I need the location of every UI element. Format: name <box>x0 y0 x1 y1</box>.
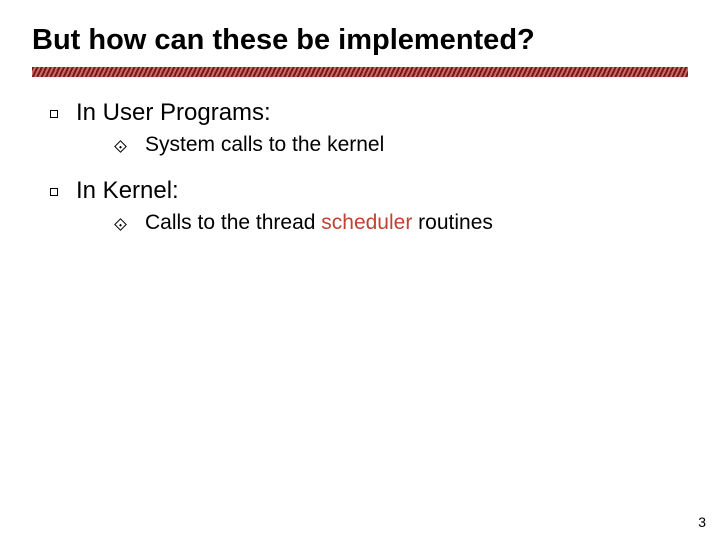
level2-label: System calls to the kernel <box>145 133 384 157</box>
diamond-bullet-icon <box>114 140 127 153</box>
diamond-bullet-icon <box>114 218 127 231</box>
square-bullet-icon <box>50 188 58 196</box>
level2-label: Calls to the thread scheduler routines <box>145 211 493 235</box>
list-item: Calls to the thread scheduler routines <box>116 211 688 235</box>
slide-content: But how can these be implemented? In Use… <box>0 0 720 235</box>
page-number: 3 <box>698 514 706 530</box>
slide-title: But how can these be implemented? <box>32 24 688 57</box>
list-item: In Kernel: Calls to the thread scheduler… <box>50 177 688 235</box>
level1-label: In User Programs: <box>76 99 271 127</box>
list-item: System calls to the kernel <box>116 133 688 157</box>
list-item: In User Programs: System calls to the ke… <box>50 99 688 157</box>
square-bullet-icon <box>50 110 58 118</box>
text-prefix: Calls to the thread <box>145 211 321 234</box>
highlighted-text: scheduler <box>321 211 412 234</box>
level1-label: In Kernel: <box>76 177 179 205</box>
text-suffix: routines <box>412 211 493 234</box>
title-divider <box>32 67 688 77</box>
